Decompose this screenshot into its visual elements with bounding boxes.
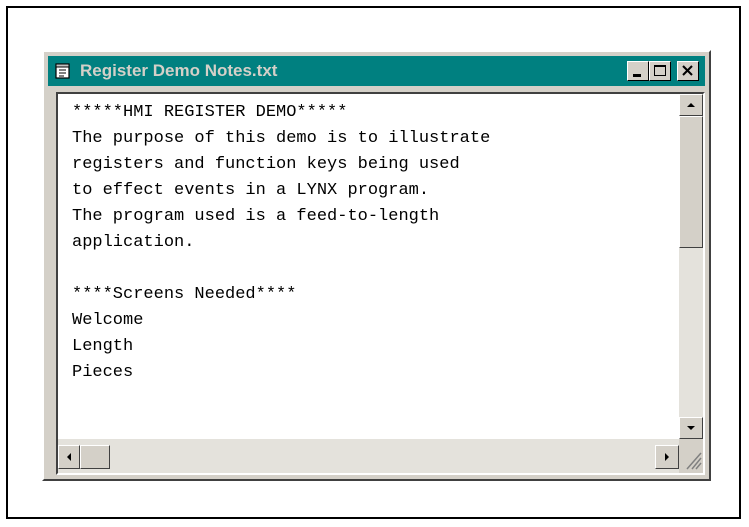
vertical-scroll-thumb[interactable] bbox=[679, 116, 703, 248]
close-icon bbox=[682, 65, 693, 76]
close-button[interactable] bbox=[677, 61, 699, 81]
scroll-down-button[interactable] bbox=[679, 417, 703, 439]
notepad-window: Register Demo Notes.txt *****HMI REGISTE… bbox=[42, 50, 711, 481]
text-line: The purpose of this demo is to illustrat… bbox=[72, 129, 491, 148]
resize-grip-icon bbox=[686, 452, 702, 470]
document-icon bbox=[55, 63, 70, 79]
scroll-right-arrow-icon bbox=[665, 453, 669, 461]
scroll-up-arrow-icon bbox=[687, 103, 695, 107]
text-line: application. bbox=[72, 233, 195, 252]
minimize-button[interactable] bbox=[627, 61, 649, 81]
scroll-down-arrow-icon bbox=[687, 426, 695, 430]
scroll-left-arrow-icon bbox=[67, 453, 71, 461]
horizontal-scrollbar[interactable] bbox=[58, 439, 679, 473]
text-line: *****HMI REGISTER DEMO***** bbox=[72, 103, 348, 122]
text-line: ****Screens Needed**** bbox=[72, 285, 297, 304]
text-line bbox=[72, 256, 672, 282]
resize-grip[interactable] bbox=[679, 439, 703, 473]
scroll-up-button[interactable] bbox=[679, 94, 703, 116]
vertical-scrollbar[interactable] bbox=[679, 94, 703, 439]
text-line: The program used is a feed-to-length bbox=[72, 207, 440, 226]
text-editor-area[interactable]: *****HMI REGISTER DEMO***** The purpose … bbox=[56, 92, 705, 475]
document-text[interactable]: *****HMI REGISTER DEMO***** The purpose … bbox=[72, 100, 672, 386]
scroll-left-button[interactable] bbox=[58, 445, 80, 469]
text-line: Welcome bbox=[72, 311, 144, 330]
maximize-button[interactable] bbox=[649, 61, 671, 81]
text-line: Pieces bbox=[72, 363, 134, 382]
maximize-icon bbox=[654, 65, 666, 76]
text-line: Length bbox=[72, 337, 134, 356]
text-line: to effect events in a LYNX program. bbox=[72, 181, 430, 200]
scroll-right-button[interactable] bbox=[655, 445, 679, 469]
text-line: registers and function keys being used bbox=[72, 155, 460, 174]
horizontal-scroll-thumb[interactable] bbox=[80, 445, 110, 469]
window-title: Register Demo Notes.txt bbox=[80, 61, 278, 80]
minimize-icon bbox=[633, 74, 641, 77]
title-bar[interactable]: Register Demo Notes.txt bbox=[48, 56, 705, 86]
